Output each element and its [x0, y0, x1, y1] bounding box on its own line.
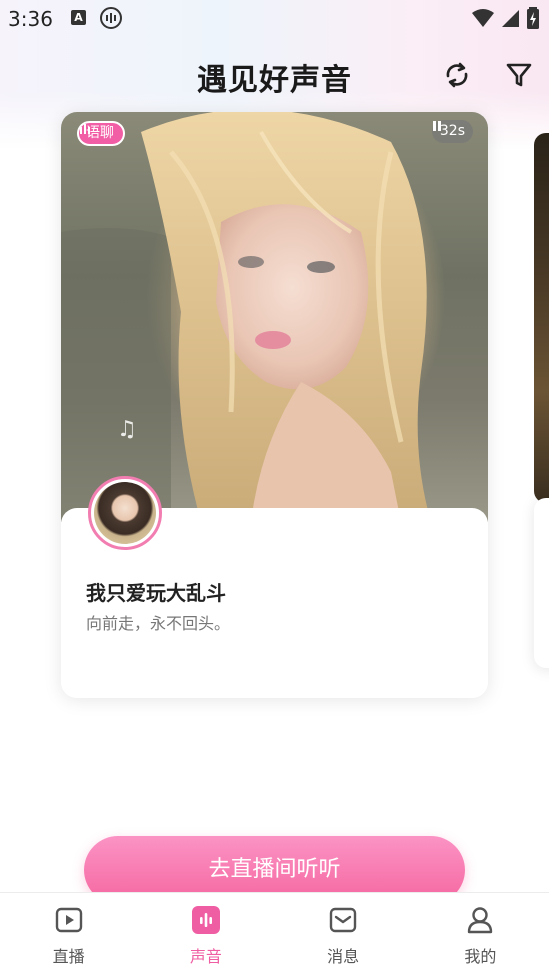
voice-icon [191, 906, 220, 934]
status-icons [471, 7, 539, 29]
avatar-image [94, 482, 156, 544]
portrait-illustration [61, 112, 431, 522]
message-icon [329, 907, 357, 933]
battery-icon [527, 7, 539, 29]
tab-live-label: 直播 [52, 947, 85, 966]
tab-voice[interactable]: 声音 [137, 893, 274, 977]
tab-live[interactable]: 直播 [0, 893, 137, 977]
pause-audio-button[interactable]: 32s [431, 120, 473, 143]
filter-button[interactable] [503, 59, 535, 91]
audio-duration: 32s [439, 123, 465, 139]
tab-profile-label: 我的 [464, 947, 497, 966]
tab-messages-label: 消息 [327, 947, 360, 966]
profile-icon [468, 907, 493, 934]
user-bio: 向前走，永不回头。 [86, 614, 231, 633]
input-method-icon: A [71, 10, 86, 25]
status-time: 3:36 [8, 7, 53, 31]
voice-chat-badge: 语聊 [77, 121, 125, 146]
pause-icon [432, 121, 441, 131]
user-name: 我只爱玩大乱斗 [86, 581, 226, 605]
tab-messages[interactable]: 消息 [275, 893, 412, 977]
card-photo: 语聊 32s ♫ [61, 112, 488, 522]
play-icon [55, 907, 82, 933]
voice-card[interactable]: 语聊 32s ♫ 我只爱玩大乱斗 向前走，永不回头。 [61, 112, 488, 698]
sound-recorder-icon [100, 7, 122, 29]
tab-profile[interactable]: 我的 [412, 893, 549, 977]
avatar[interactable] [88, 476, 162, 550]
bottom-nav: 直播 声音 消息 我的 [0, 892, 549, 977]
tab-voice-label: 声音 [189, 947, 222, 966]
refresh-icon [446, 62, 468, 88]
wifi-icon [472, 9, 494, 27]
signal-icon [502, 10, 519, 27]
audio-bars-icon [80, 124, 90, 134]
filter-icon [506, 63, 532, 87]
next-card-info-peek[interactable] [534, 498, 549, 668]
status-bar: 3:36 A [0, 0, 549, 38]
next-card-photo-peek[interactable] [534, 133, 549, 503]
music-note-icon: ♫ [117, 417, 137, 442]
refresh-button[interactable] [441, 59, 473, 91]
